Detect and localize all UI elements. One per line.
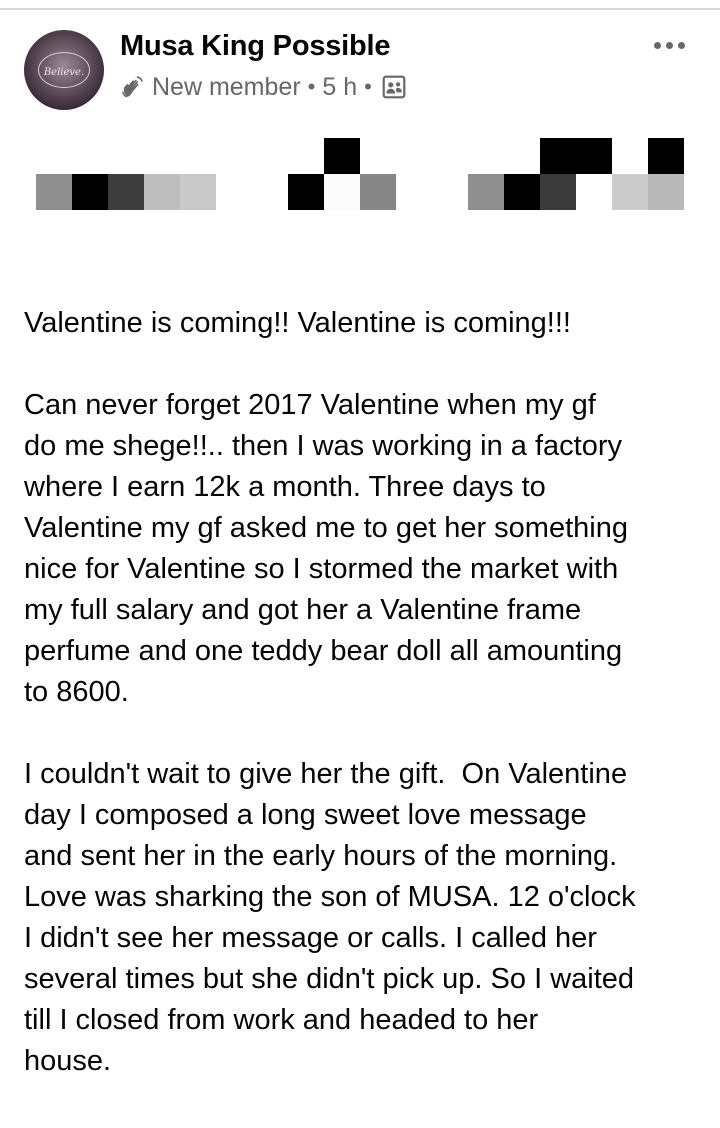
top-divider [0,8,720,10]
post-meta: New member • 5 h • [120,72,407,102]
meta-separator: • [307,74,316,99]
avatar-text: Believe. [43,67,85,78]
meta-separator-2: • [364,74,372,99]
more-options-icon[interactable] [646,30,692,60]
group-audience-icon[interactable] [381,74,407,100]
waving-hand-icon [122,76,143,98]
post-paragraph: I couldn't wait to give her the gift. On… [24,758,636,1077]
post-body: Valentine is coming!! Valentine is comin… [24,303,704,1082]
member-badge: New member [152,72,301,101]
post-paragraph: Can never forget 2017 Valentine when my … [24,389,628,708]
post-paragraph: Valentine is coming!! Valentine is comin… [24,307,571,339]
author-name[interactable]: Musa King Possible [120,30,391,63]
avatar[interactable]: Believe. [24,30,104,110]
censor-pixel-strip [36,138,684,210]
post-time[interactable]: 5 h [322,73,357,102]
